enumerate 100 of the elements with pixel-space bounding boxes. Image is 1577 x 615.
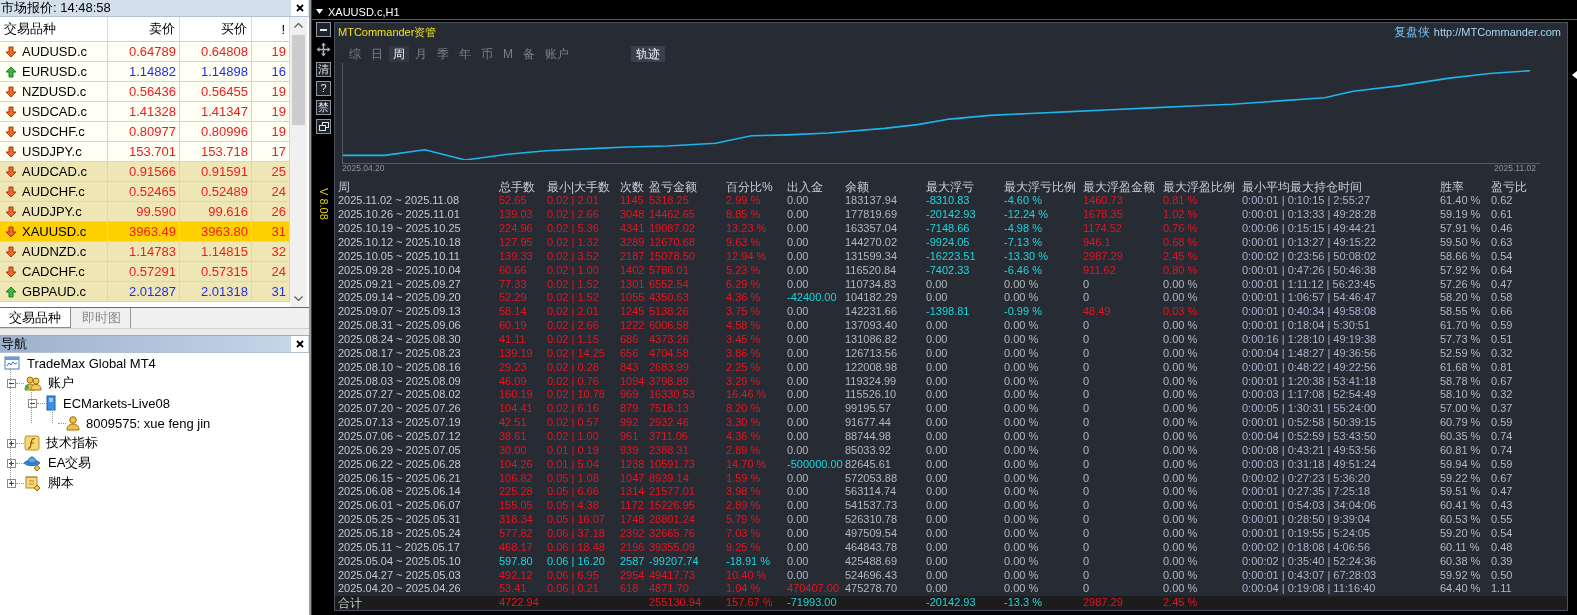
quote-row[interactable]: AUDJPY.c 99.590 99.616 26 [0,202,290,222]
week-range: 2025.07.06 ~ 2025.07.12 [338,430,461,444]
expand-icon[interactable] [6,458,16,468]
max-float-loss: -16223.51 [926,249,976,263]
symbol-name: XAUUSD.c [22,224,87,239]
restore-button[interactable] [316,119,331,134]
hold-times: 0:00:02 | 0:18:08 | 4:06:56 [1242,540,1371,554]
period-tab[interactable]: 日 [367,46,387,62]
profit-amount: 5138.26 [649,305,689,319]
column-header[interactable]: ! [252,17,290,42]
symbol-name: USDCAD.c [22,104,87,119]
tree-item[interactable]: EA交易 [48,454,92,472]
quote-row[interactable]: EURUSD.c 1.14882 1.14898 16 [0,62,290,82]
win-rate: 61.68 % [1440,360,1481,374]
win-rate: 59.51 % [1440,485,1481,499]
minimize-button[interactable] [316,22,331,37]
person-icon [66,415,80,431]
period-tab[interactable]: 账户 [541,46,573,62]
tool-button[interactable]: ? [316,81,331,96]
balance: 177819.69 [845,208,897,222]
collapse-icon[interactable] [6,378,16,388]
profit-loss-ratio: 0.54 [1491,249,1513,263]
close-button[interactable] [291,0,308,16]
max-float-loss-ratio: 0.00 % [1004,388,1039,402]
hold-times: 0:00:02 | 0:23:56 | 50:08:02 [1242,249,1377,263]
symbol-name: EURUSD.c [22,64,87,79]
tab[interactable]: 交易品种 [0,308,71,328]
cash-flow: 0.00 [787,402,809,416]
period-tab[interactable]: 月 [411,46,431,62]
expand-icon[interactable] [6,478,16,488]
axis-date-label: 2025.04.20 [342,164,385,173]
week-range: 2025.06.29 ~ 2025.07.05 [338,443,461,457]
column-header[interactable]: 交易品种 [0,17,108,42]
max-float-loss: 0.00 [926,527,948,541]
column-header[interactable]: 买价 [180,17,252,42]
total-lots: 53.41 [499,582,527,596]
quote-row[interactable]: GBPAUD.c 2.01287 2.01318 31 [0,282,290,302]
hold-times: 0:00:06 | 0:15:15 | 49:44:21 [1242,222,1377,236]
period-tab[interactable]: 币 [477,46,497,62]
collapse-icon[interactable] [27,398,37,408]
expand-icon[interactable] [6,438,16,448]
total-lots: 160.19 [499,388,533,402]
max-float-profit: 911.62 [1083,263,1116,277]
week-range: 2025.10.12 ~ 2025.10.18 [338,236,461,249]
caret-icon[interactable] [316,9,323,14]
column-header: 最大浮亏比例 [1004,180,1076,194]
cash-flow: 0.00 [787,513,809,527]
profit-loss-ratio: 0.32 [1491,388,1513,402]
max-float-profit-ratio: 0.00 % [1163,402,1198,416]
column-header[interactable]: 卖价 [108,17,180,42]
period-tab[interactable]: M [499,46,517,62]
move-button[interactable] [315,41,332,58]
spread-value: 19 [271,44,286,59]
profit-loss-ratio: 0.39 [1491,554,1513,568]
chevron-up-icon [294,23,303,28]
quote-row[interactable]: CADCHF.c 0.57291 0.57315 24 [0,262,290,282]
tree-item[interactable]: 8009575: xue feng jin [86,415,211,431]
profit-loss-ratio: 0.59 [1491,416,1513,430]
tree-item[interactable]: ECMarkets-Live08 [63,395,170,411]
close-button[interactable] [291,336,308,352]
tree-item[interactable]: 技术指标 [46,434,98,452]
brand-title: MTCommander资管 [338,24,437,40]
max-float-profit-ratio: 0.00 % [1163,485,1198,499]
period-tab[interactable]: 年 [455,46,475,62]
quote-row[interactable]: AUDCAD.c 0.91566 0.91591 25 [0,162,290,182]
period-tab[interactable]: 季 [433,46,453,62]
max-float-loss: 0.00 [926,333,948,346]
quote-row[interactable]: USDJPY.c 153.701 153.718 17 [0,142,290,162]
tool-button[interactable]: 禁 [316,100,331,115]
chart-title: XAUUSD.c,H1 [328,5,400,18]
quote-row[interactable]: AUDUSD.c 0.64789 0.64808 19 [0,42,290,62]
balance: 497509.54 [845,527,897,541]
profit-loss-ratio: 0.74 [1491,443,1513,457]
track-toggle[interactable]: 轨迹 [631,46,665,62]
hold-times: 0:00:04 | 0:52:59 | 53:43:50 [1242,430,1377,444]
week-range: 2025.08.24 ~ 2025.08.30 [338,333,461,346]
scroll-thumb[interactable] [292,35,305,125]
quote-row[interactable]: AUDCHF.c 0.52465 0.52489 24 [0,182,290,202]
max-float-profit-ratio: 0.00 % [1163,443,1198,457]
period-tab[interactable]: 综 [345,46,365,62]
quote-row[interactable]: AUDNZD.c 1.14783 1.14815 32 [0,242,290,262]
quote-row[interactable]: XAUUSD.c 3963.49 3963.80 31 [0,222,290,242]
balance: 91677.44 [845,416,891,430]
tree-item[interactable]: TradeMax Global MT4 [27,355,156,371]
tree-item[interactable]: 脚本 [48,474,74,492]
quote-row[interactable]: USDCHF.c 0.80977 0.80996 19 [0,122,290,142]
tree-item[interactable]: 账户 [48,374,74,392]
tool-button[interactable]: 清 [316,62,331,77]
cash-flow: 0.00 [787,236,809,249]
quote-row[interactable]: NZDUSD.c 0.56436 0.56455 19 [0,82,290,102]
total-lots: 104.41 [499,402,533,416]
period-tab[interactable]: 备 [519,46,539,62]
site-link[interactable]: http://MTCommander.com [1433,26,1561,38]
period-tab[interactable]: 周 [389,46,409,62]
profit-amount: -99207.74 [649,554,699,568]
max-float-profit-ratio: 0.68 % [1163,236,1198,249]
quote-row[interactable]: USDCAD.c 1.41328 1.41347 19 [0,102,290,122]
profit-amount: 28801.24 [649,513,695,527]
max-float-profit: 0 [1083,582,1090,596]
lot-range: 0.06 | 6.95 [547,568,599,582]
